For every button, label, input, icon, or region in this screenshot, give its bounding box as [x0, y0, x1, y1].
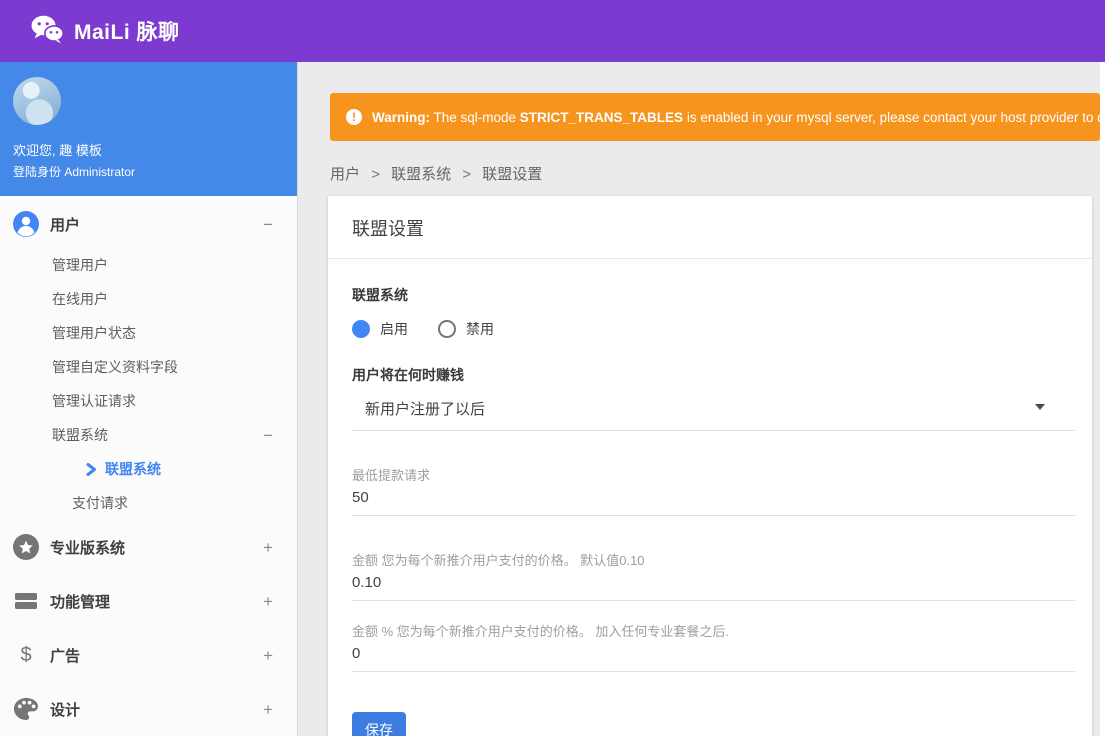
avatar — [13, 77, 61, 125]
card-title: 联盟设置 — [328, 196, 1092, 259]
breadcrumb-separator: > — [371, 166, 380, 183]
expand-toggle[interactable]: + — [263, 593, 273, 610]
referral-percent-field: 金额 % 您为每个新推介用户支付的价格。 加入任何专业套餐之后. — [352, 621, 1075, 672]
save-button[interactable]: 保存 — [352, 712, 406, 736]
expand-toggle[interactable]: + — [263, 701, 273, 718]
sidebar-item-users[interactable]: 用户 − — [0, 200, 297, 248]
sidebar-item-label: 功能管理 — [50, 593, 111, 611]
welcome-text: 欢迎您, 趣 模板 — [13, 143, 102, 158]
stream-icon — [13, 590, 39, 612]
sidebar-item-feature-management[interactable]: 功能管理 + — [0, 574, 297, 628]
sidebar-item-pro-system[interactable]: 专业版系统 + — [0, 520, 297, 574]
app-header: MaiLi 脉聊 — [0, 0, 1105, 62]
submenu-label: 管理认证请求 — [52, 393, 136, 409]
sidebar-item-custom-fields[interactable]: 管理自定义资料字段 — [0, 350, 297, 384]
warning-banner: ! Warning: The sql-mode STRICT_TRANS_TAB… — [330, 93, 1100, 141]
breadcrumb: 用户 > 联盟系统 > 联盟设置 — [330, 163, 1105, 184]
breadcrumb-item-affiliate-settings[interactable]: 联盟设置 — [482, 166, 542, 183]
breadcrumb-separator: > — [462, 166, 472, 183]
expand-toggle[interactable]: + — [263, 647, 273, 664]
main-content: ! Warning: The sql-mode STRICT_TRANS_TAB… — [298, 62, 1105, 736]
submenu-label: 在线用户 — [52, 291, 108, 307]
collapse-toggle[interactable]: − — [263, 427, 273, 444]
warning-text: is enabled in your mysql server, please … — [683, 109, 1100, 125]
earn-timing-select[interactable]: 新用户注册了以后 — [352, 393, 1075, 431]
submenu-label: 管理用户 — [52, 257, 108, 273]
referral-amount-field: 金额 您为每个新推介用户支付的价格。 默认值0.10 — [352, 550, 1075, 601]
brand-title: MaiLi 脉聊 — [74, 21, 180, 44]
warning-text: The sql-mode — [430, 109, 520, 125]
submenu-label: 管理自定义资料字段 — [52, 359, 178, 375]
sidebar-item-label: 用户 — [50, 216, 81, 234]
affiliate-settings-card: 联盟设置 联盟系统 启用 禁用 用户将在何时赚钱 新用户注册了以后 最低提款请求 — [328, 196, 1092, 736]
sidebar-item-label: 专业版系统 — [50, 539, 126, 557]
radio-disabled[interactable] — [438, 320, 456, 338]
radio-enabled[interactable] — [352, 320, 370, 338]
sidebar-item-user-status[interactable]: 管理用户状态 — [0, 316, 297, 350]
exclamation-circle-icon: ! — [346, 109, 362, 125]
referral-amount-label: 金额 您为每个新推介用户支付的价格。 默认值0.10 — [352, 553, 645, 568]
sidebar-menu: 用户 − 管理用户 在线用户 管理用户状态 管理自定义资料字段 管理认证请求 联… — [0, 196, 297, 736]
caret-down-icon — [1035, 404, 1045, 410]
sidebar-item-payment-requests[interactable]: 支付请求 — [0, 486, 297, 520]
submenu-label: 联盟系统 — [52, 427, 108, 443]
warning-sql-mode: STRICT_TRANS_TABLES — [519, 109, 684, 125]
expand-toggle[interactable]: + — [263, 539, 273, 556]
sidebar-item-ads[interactable]: $ 广告 + — [0, 628, 297, 682]
referral-amount-input[interactable] — [352, 569, 1075, 601]
submenu-label: 联盟系统 — [105, 461, 161, 477]
brand-logo[interactable]: MaiLi 脉聊 — [30, 14, 180, 49]
min-withdraw-label: 最低提款请求 — [352, 468, 431, 483]
sidebar: 欢迎您, 趣 模板 登陆身份 Administrator 用户 − 管理用户 在… — [0, 62, 298, 736]
sidebar-item-verification-requests[interactable]: 管理认证请求 — [0, 384, 297, 418]
min-withdraw-field: 最低提款请求 — [352, 465, 1075, 516]
radio-disabled-label[interactable]: 禁用 — [466, 319, 494, 339]
dollar-icon: $ — [20, 643, 32, 666]
sidebar-item-affiliate-group[interactable]: 联盟系统 − — [0, 418, 297, 452]
breadcrumb-item-users[interactable]: 用户 — [330, 166, 360, 183]
wechat-icon — [30, 14, 64, 49]
palette-icon — [13, 697, 39, 721]
affiliate-system-label: 联盟系统 — [352, 287, 408, 303]
submenu-label: 管理用户状态 — [52, 325, 136, 341]
submenu-label: 支付请求 — [72, 495, 128, 511]
user-circle-icon — [13, 211, 39, 237]
breadcrumb-item-affiliate-system[interactable]: 联盟系统 — [391, 166, 451, 183]
sidebar-item-design[interactable]: 设计 + — [0, 682, 297, 736]
min-withdraw-input[interactable] — [352, 484, 1075, 516]
referral-percent-input[interactable] — [352, 640, 1075, 672]
chevron-right-icon — [86, 462, 96, 476]
scrollbar-track[interactable] — [1100, 62, 1105, 736]
sidebar-item-label: 广告 — [50, 647, 81, 665]
sidebar-item-online-users[interactable]: 在线用户 — [0, 282, 297, 316]
collapse-toggle[interactable]: − — [263, 216, 273, 233]
user-panel: 欢迎您, 趣 模板 登陆身份 Administrator — [0, 62, 297, 196]
referral-percent-label: 金额 % 您为每个新推介用户支付的价格。 加入任何专业套餐之后. — [352, 624, 730, 639]
sidebar-item-affiliate-settings-active[interactable]: 联盟系统 — [0, 452, 297, 486]
sidebar-item-label: 设计 — [50, 701, 81, 719]
earn-timing-label: 用户将在何时赚钱 — [352, 367, 464, 383]
warning-label: Warning: — [372, 109, 430, 125]
role-text: 登陆身份 Administrator — [13, 165, 136, 179]
earn-timing-selected-value: 新用户注册了以后 — [365, 401, 486, 418]
sidebar-item-manage-users[interactable]: 管理用户 — [0, 248, 297, 282]
affiliate-radio-group: 启用 禁用 — [352, 319, 1075, 339]
radio-enabled-label[interactable]: 启用 — [380, 319, 408, 339]
star-circle-icon — [13, 534, 39, 560]
